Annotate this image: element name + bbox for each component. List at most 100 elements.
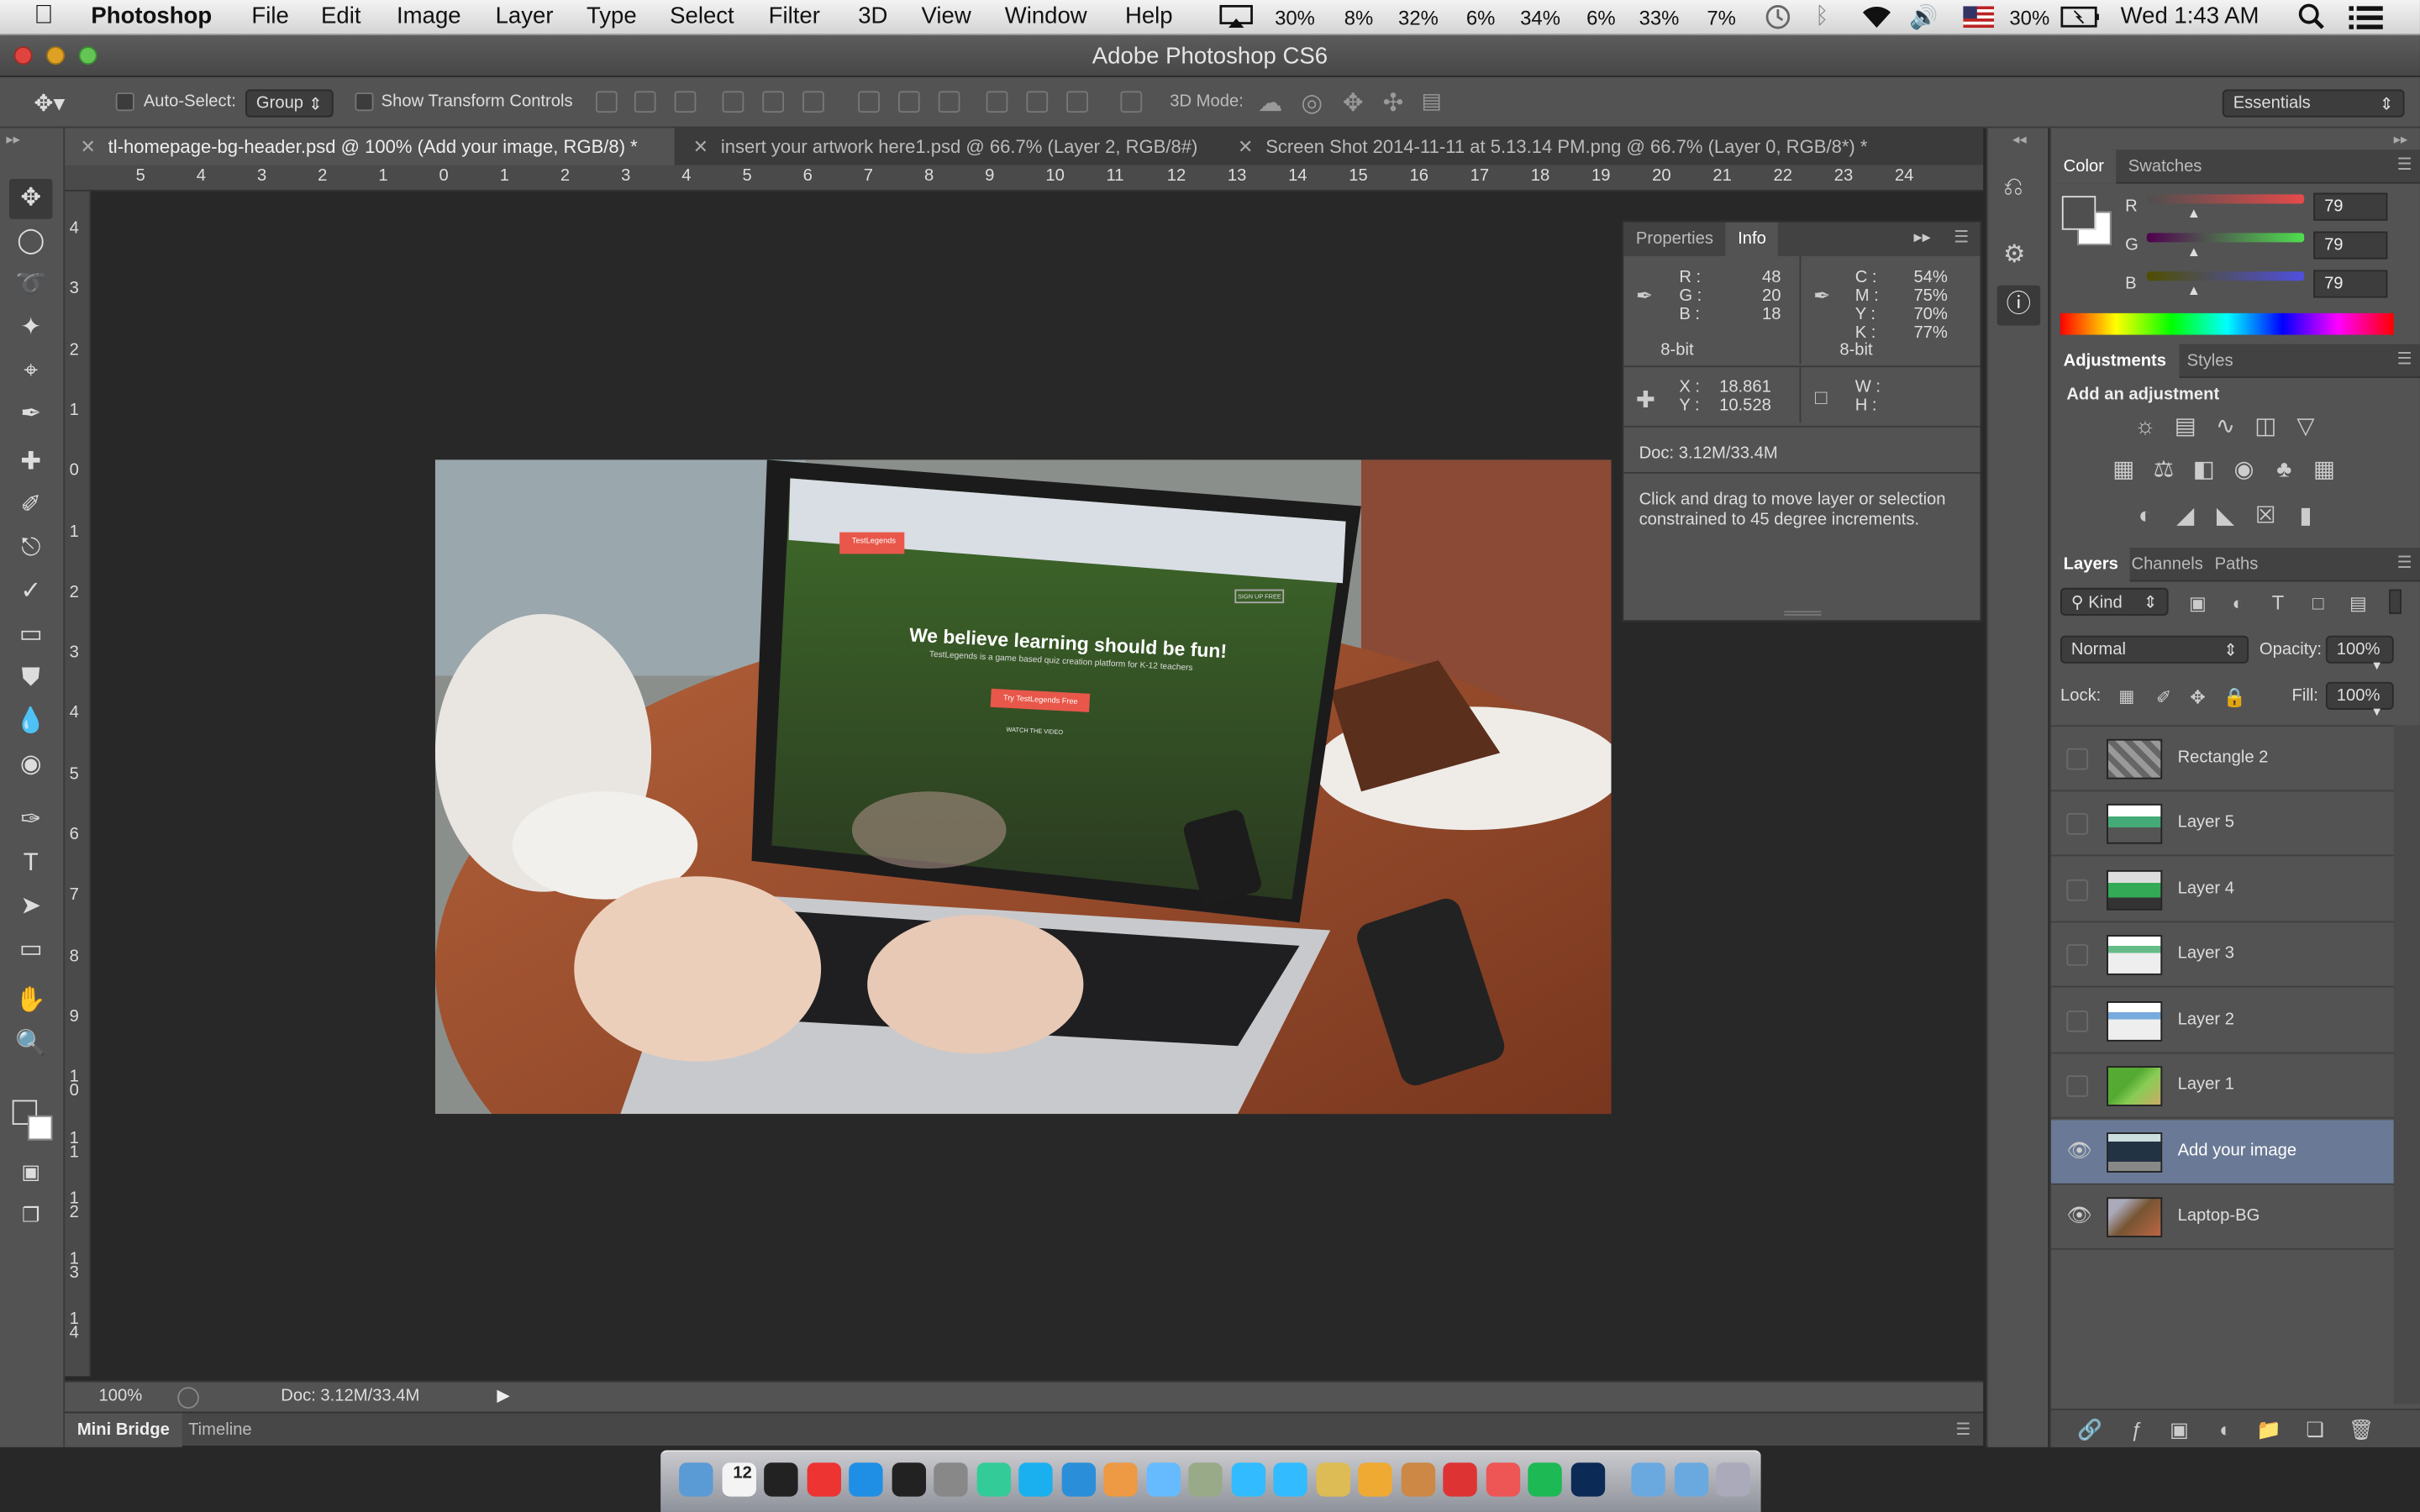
marquee-tool[interactable]: ◯ bbox=[9, 222, 52, 262]
history-brush-tool[interactable]: ✓ bbox=[9, 572, 52, 612]
status-menu-arrow-icon[interactable]: ▶ bbox=[497, 1385, 510, 1405]
brightness-contrast-icon[interactable]: ☼ bbox=[2131, 414, 2159, 439]
delete-layer-icon[interactable]: 🗑 bbox=[2348, 1418, 2375, 1442]
app-icon[interactable] bbox=[976, 1462, 1011, 1497]
activity-monitor-icon[interactable] bbox=[764, 1462, 798, 1497]
distribute-right-icon[interactable] bbox=[1066, 91, 1088, 113]
b-slider-thumb[interactable]: ▲ bbox=[2187, 282, 2201, 297]
zoom-tool[interactable]: 🔍 bbox=[9, 1025, 52, 1065]
zoom-level[interactable]: 100% bbox=[99, 1387, 143, 1405]
visibility-toggle[interactable] bbox=[2066, 748, 2089, 770]
tab-document-3[interactable]: ✕ Screen Shot 2014-11-11 at 5.13.14 PM.pn… bbox=[1223, 128, 1883, 165]
properties-panel-icon[interactable]: ⚙ bbox=[2003, 239, 2025, 270]
distribute-left-icon[interactable] bbox=[986, 91, 1008, 113]
visibility-toggle[interactable] bbox=[2066, 1011, 2089, 1032]
move-tool[interactable]: ✥ bbox=[9, 179, 53, 219]
volume-icon[interactable]: 🔊 bbox=[1909, 3, 1938, 31]
filter-shape-icon[interactable]: □ bbox=[2304, 591, 2332, 615]
app-icon-2[interactable] bbox=[1188, 1462, 1223, 1497]
clone-stamp-tool[interactable]: ⎋ bbox=[9, 529, 52, 570]
app-icon-3[interactable] bbox=[1315, 1462, 1350, 1497]
paint-bucket-tool[interactable]: ⛊ bbox=[9, 659, 52, 699]
spotlight-icon[interactable] bbox=[2298, 3, 2326, 36]
status-info-icon[interactable] bbox=[177, 1387, 199, 1409]
trash-icon[interactable] bbox=[1716, 1462, 1750, 1497]
opacity-field[interactable]: 100% ▼ bbox=[2325, 635, 2394, 673]
menu-window[interactable]: Window bbox=[1005, 3, 1087, 29]
invert-icon[interactable]: ◐ bbox=[2131, 504, 2159, 529]
align-vcenter-icon[interactable] bbox=[634, 91, 656, 113]
menu-view[interactable]: View bbox=[922, 3, 971, 29]
posterize-icon[interactable]: ◢ bbox=[2171, 504, 2199, 529]
blend-mode-dropdown[interactable]: Normal ⇕ bbox=[2060, 635, 2249, 664]
path-selection-tool[interactable]: ➤ bbox=[9, 887, 52, 927]
app-icon-4[interactable] bbox=[1358, 1462, 1392, 1497]
wifi-icon[interactable] bbox=[1860, 5, 1893, 34]
notification-center-icon[interactable] bbox=[2349, 5, 2383, 34]
b-slider[interactable] bbox=[2146, 271, 2305, 281]
layer-row-layer-3[interactable]: Layer 3 bbox=[2050, 922, 2394, 988]
filter-adjustment-icon[interactable]: ◐ bbox=[2224, 591, 2252, 615]
new-layer-icon[interactable]: ❏ bbox=[2302, 1418, 2329, 1442]
tab-properties[interactable]: Properties bbox=[1623, 222, 1725, 255]
tab-document-2[interactable]: ✕ insert your artwork here1.psd @ 66.7% (… bbox=[677, 128, 1213, 165]
lock-position-icon[interactable]: ✥ bbox=[2184, 685, 2212, 709]
popcorn-icon[interactable] bbox=[1485, 1462, 1520, 1497]
photoshop-icon[interactable] bbox=[1570, 1462, 1605, 1497]
3d-slide-icon[interactable]: ✣ bbox=[1383, 88, 1404, 119]
color-foreground-swatch[interactable] bbox=[2061, 196, 2096, 230]
blur-tool[interactable]: 💧 bbox=[9, 702, 52, 743]
align-bottom-icon[interactable] bbox=[674, 91, 697, 113]
auto-select-dropdown[interactable]: Group ⇕ bbox=[245, 89, 334, 118]
bluetooth-icon[interactable]: ᛒ bbox=[1815, 3, 1829, 29]
menu-help[interactable]: Help bbox=[1125, 3, 1173, 29]
expand-panel-icon[interactable]: ▸▸ bbox=[1914, 227, 1931, 247]
horizontal-ruler[interactable]: 5 4 3 2 1 0 1 2 3 4 5 6 7 8 9 10 11 12 13 14 15 16 17 18 19 20 21 2… bbox=[65, 165, 1984, 192]
close-tab-icon[interactable]: ✕ bbox=[81, 136, 96, 158]
tab-document-1[interactable]: ✕ tl-homepage-bg-header.psd @ 100% (Add y… bbox=[65, 128, 675, 165]
3d-rotate-icon[interactable]: ☁ bbox=[1258, 88, 1282, 119]
close-tab-icon[interactable]: ✕ bbox=[1238, 136, 1253, 158]
app-menu[interactable]: Photoshop bbox=[91, 3, 212, 29]
exposure-icon[interactable]: ◫ bbox=[2252, 414, 2280, 439]
layer-row-rectangle-2[interactable]: Rectangle 2 bbox=[2050, 727, 2394, 792]
menu-file[interactable]: File bbox=[251, 3, 288, 29]
tab-swatches[interactable]: Swatches bbox=[2116, 150, 2214, 183]
eyedropper-tool[interactable]: ✒ bbox=[9, 395, 52, 435]
eye-icon[interactable]: 👁 bbox=[2066, 1205, 2091, 1228]
tab-styles[interactable]: Styles bbox=[2175, 344, 2245, 378]
collapse-strip-icon[interactable]: ◂◂ bbox=[2012, 131, 2027, 148]
black-white-icon[interactable]: ◧ bbox=[2190, 458, 2217, 482]
gradient-map-icon[interactable]: ▮ bbox=[2291, 504, 2319, 529]
menu-type[interactable]: Type bbox=[587, 3, 637, 29]
healing-brush-tool[interactable]: ✚ bbox=[9, 443, 52, 483]
time-machine-icon[interactable] bbox=[1764, 3, 1791, 36]
chrome-icon[interactable] bbox=[1103, 1462, 1138, 1497]
visibility-toggle[interactable] bbox=[2066, 1075, 2089, 1097]
new-group-icon[interactable]: 📁 bbox=[2254, 1418, 2282, 1442]
r-value-field[interactable]: 79 bbox=[2313, 192, 2388, 221]
hand-tool[interactable]: ✋ bbox=[9, 981, 52, 1021]
filter-pixel-icon[interactable]: ▣ bbox=[2184, 591, 2212, 615]
bottom-panel-menu-icon[interactable]: ☰ bbox=[1955, 1420, 1970, 1440]
type-tool[interactable]: T bbox=[9, 844, 52, 885]
layer-row-layer-1[interactable]: Layer 1 bbox=[2050, 1053, 2394, 1119]
layer-filter-dropdown[interactable]: ⚲ Kind ⇕ bbox=[2060, 587, 2169, 616]
quick-mask-icon[interactable]: ▣ bbox=[9, 1152, 52, 1193]
curves-icon[interactable]: ∿ bbox=[2212, 414, 2239, 439]
g-slider-thumb[interactable]: ▲ bbox=[2187, 244, 2201, 259]
spotify-icon[interactable] bbox=[1528, 1462, 1562, 1497]
color-panel-menu-icon[interactable]: ☰ bbox=[2397, 155, 2412, 175]
collapse-panels-icon[interactable]: ▸▸ bbox=[2394, 131, 2408, 148]
folder-icon-2[interactable] bbox=[1673, 1462, 1708, 1497]
color-lookup-icon[interactable]: ▦ bbox=[2311, 458, 2338, 482]
lock-transparency-icon[interactable]: ▦ bbox=[2112, 685, 2140, 709]
layer-row-layer-5[interactable]: Layer 5 bbox=[2050, 791, 2394, 857]
distribute-top-icon[interactable] bbox=[858, 91, 880, 113]
tab-info[interactable]: Info bbox=[1725, 222, 1779, 256]
workspace-dropdown[interactable]: Essentials ⇕ bbox=[2222, 89, 2405, 118]
menu-layer[interactable]: Layer bbox=[496, 3, 554, 29]
g-slider[interactable] bbox=[2146, 233, 2305, 243]
new-adjustment-layer-icon[interactable]: ◐ bbox=[2212, 1418, 2239, 1442]
align-hcenter-icon[interactable] bbox=[762, 91, 785, 113]
